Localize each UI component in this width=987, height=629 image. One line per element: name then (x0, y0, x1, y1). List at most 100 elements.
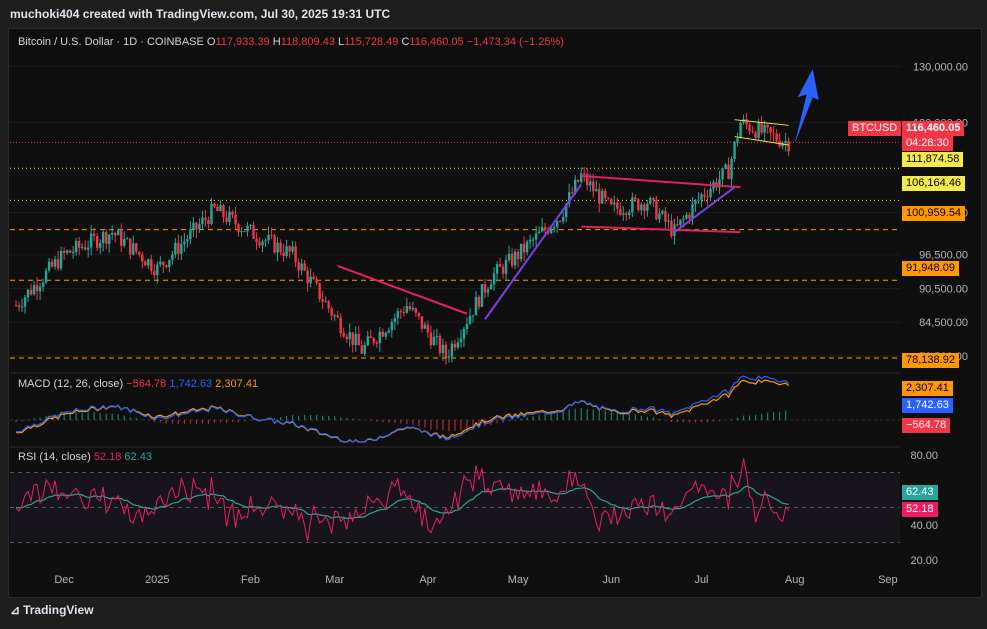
candle-body (688, 214, 691, 219)
candle-body (495, 264, 499, 274)
candle-body (580, 173, 583, 182)
candle-body (144, 261, 147, 266)
macd-legend: MACD (12, 26, close) −564.78 1,742.63 2,… (18, 378, 258, 390)
candle-body (622, 213, 625, 215)
candle-body (441, 344, 445, 354)
candle-body (432, 336, 436, 346)
candle-body (760, 122, 763, 133)
candle-body (47, 261, 51, 271)
up-trendline (484, 183, 583, 320)
candle-body (459, 338, 463, 343)
candle-body (126, 238, 129, 240)
candle-body (330, 308, 333, 316)
candle-body (228, 211, 231, 222)
macd-signal-value: 2,307.41 (215, 378, 259, 390)
candle-body (282, 252, 285, 256)
candle-body (558, 221, 562, 223)
candle-body (207, 220, 210, 224)
candle-body (471, 315, 475, 317)
candle-body (492, 273, 496, 285)
candle-body (117, 229, 120, 236)
candle-body (180, 243, 183, 254)
candle-body (210, 203, 213, 224)
candle-body (784, 141, 787, 143)
candle-body (240, 231, 243, 233)
candle-body (264, 240, 267, 242)
candle-body (56, 259, 60, 269)
candle-body (360, 345, 363, 354)
rsi-value: 52.18 (93, 451, 122, 463)
candle-body (372, 338, 375, 343)
candle-body (141, 254, 144, 262)
candle-body (763, 124, 766, 133)
candle-body (655, 199, 658, 220)
candle-body (679, 219, 682, 225)
candle-body (730, 158, 733, 180)
candle-body (138, 251, 141, 255)
low-value: 115,728.49 (344, 36, 399, 48)
candle-body (98, 242, 102, 248)
candle-body (132, 243, 135, 255)
candle-body (273, 235, 276, 253)
candle-body (462, 328, 466, 339)
candle-body (640, 204, 643, 211)
candle-body (706, 196, 709, 198)
bullish-arrow-icon (794, 69, 819, 144)
time-axis-label: Dec (54, 574, 74, 586)
candle-body (315, 279, 318, 284)
candle-body (17, 305, 21, 307)
rsi-legend: RSI (14, close) 52.18 62.43 (18, 451, 152, 463)
candle-body (41, 282, 45, 287)
candle-body (204, 217, 207, 221)
candle-body (486, 289, 490, 293)
ticker-tag: BTCUSD (848, 121, 902, 136)
candle-body (775, 133, 778, 141)
level-tag-3: 100,959.54 (902, 206, 966, 221)
footer-brand: ⊿ TradingView (10, 603, 94, 617)
candle-body (456, 342, 460, 348)
chart-canvas[interactable]: 130,000.00120,000.00104,000.0096,500.009… (0, 0, 987, 629)
candle-body (14, 305, 18, 307)
candle-body (658, 213, 661, 220)
candle-body (237, 224, 240, 233)
candle-body (68, 250, 72, 253)
macd-signal-tag: 2,307.41 (902, 381, 953, 396)
candle-body (303, 263, 306, 271)
candle-body (294, 246, 297, 263)
candle-body (537, 231, 541, 234)
candle-body (270, 234, 273, 236)
candle-body (766, 124, 769, 128)
candle-body (195, 222, 198, 230)
down-trendline (337, 264, 468, 315)
candle-body (231, 211, 234, 215)
candle-body (447, 356, 451, 358)
rsi-label: RSI (14, close) (18, 451, 91, 463)
candle-body (435, 335, 439, 337)
change-value: −1,473.34 (−1.25%) (466, 36, 564, 48)
candle-body (423, 324, 427, 329)
candle-body (123, 239, 126, 246)
candle-body (312, 276, 315, 280)
level-tag-4: 91,948.09 (902, 261, 959, 276)
candle-body (324, 301, 327, 303)
candle-body (450, 343, 454, 357)
candle-body (589, 181, 592, 186)
candle-body (643, 204, 646, 211)
candle-body (246, 225, 249, 232)
time-axis-label: Apr (419, 574, 436, 586)
candle-body (339, 317, 342, 334)
symbol-legend: Bitcoin / U.S. Dollar · 1D · COINBASE O1… (18, 36, 564, 48)
candle-body (540, 227, 544, 232)
rsi-ma-tag: 62.43 (902, 485, 938, 500)
candle-body (267, 234, 270, 241)
candle-body (625, 213, 628, 216)
candle-body (216, 206, 219, 212)
candle-body (309, 276, 312, 284)
high-value: 118,809.43 (280, 36, 335, 48)
candle-body (384, 332, 388, 337)
time-axis-label: Jun (602, 574, 620, 586)
candle-body (183, 241, 186, 244)
candle-body (754, 132, 757, 139)
candle-body (399, 311, 403, 313)
macd-hist-value: −564.78 (126, 378, 167, 390)
